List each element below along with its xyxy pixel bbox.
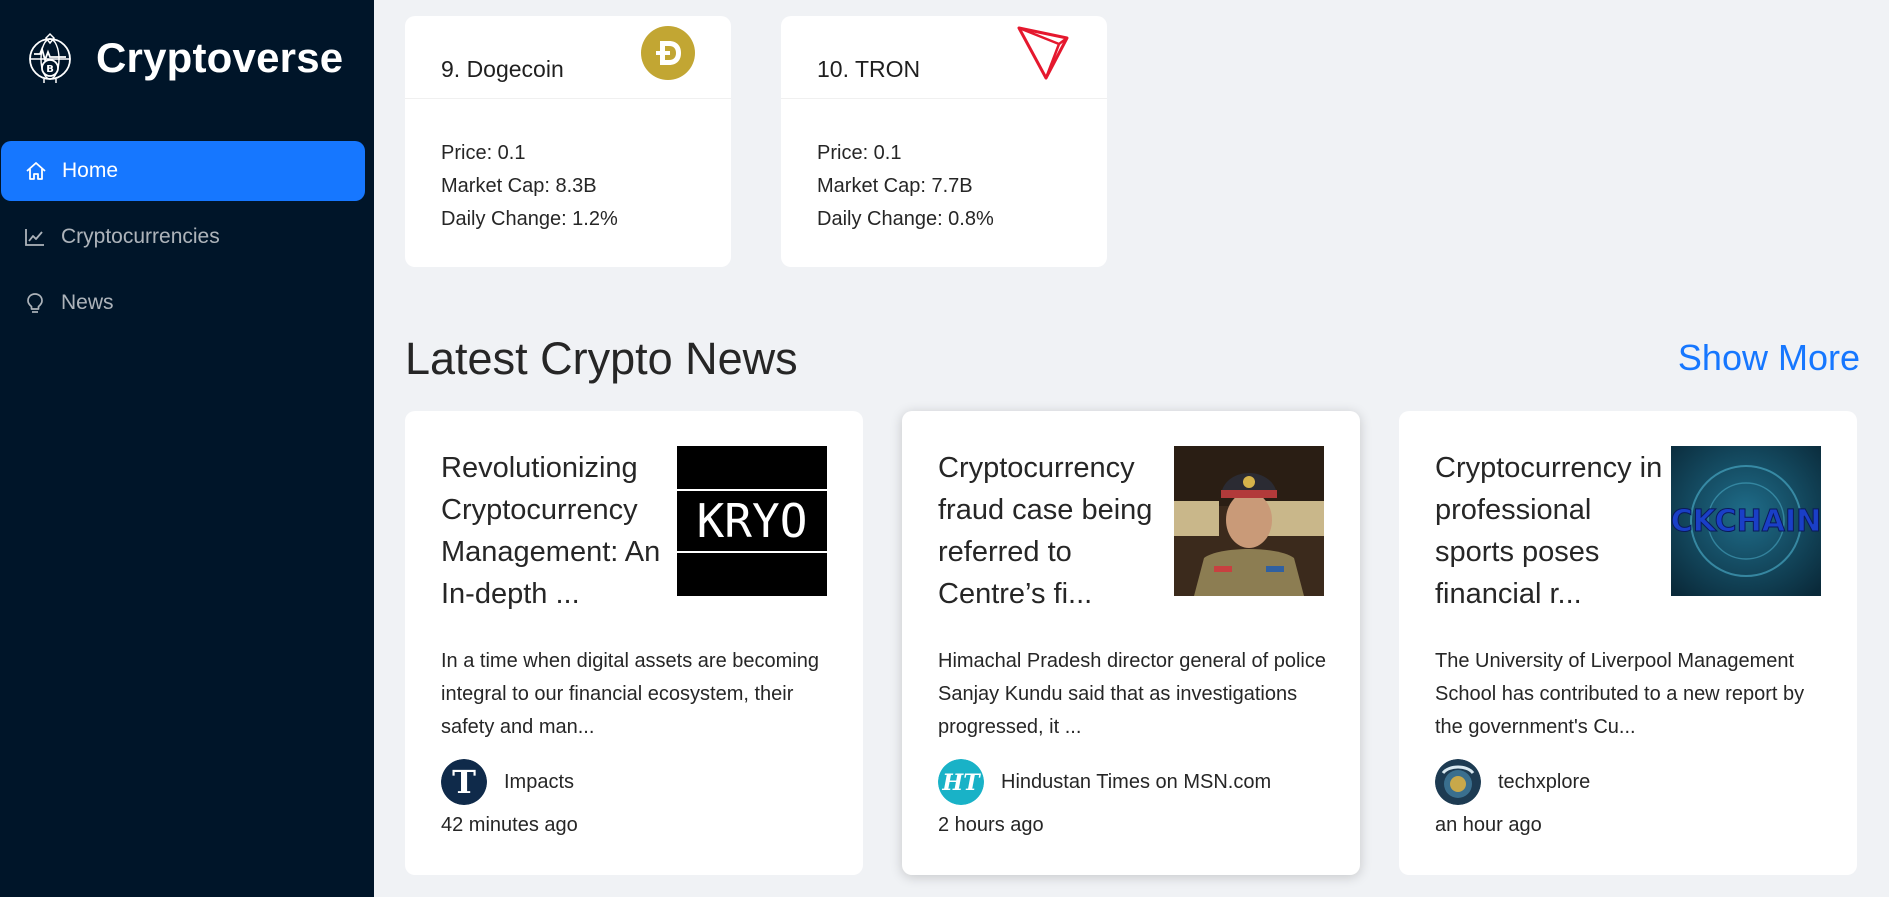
provider-avatar	[1435, 759, 1481, 805]
crypto-globe-logo-icon: B	[29, 32, 71, 83]
provider-name: Impacts	[504, 770, 575, 793]
show-more-link[interactable]: Show More	[1678, 337, 1860, 379]
svg-text:HT: HT	[941, 770, 981, 796]
news-provider[interactable]: techxplore	[1435, 759, 1590, 805]
coin-market-cap: Market Cap: 7.7B	[817, 175, 973, 197]
news-time: an hour ago	[1435, 814, 1542, 836]
line-chart-icon	[25, 229, 44, 246]
news-thumbnail: KRYO	[677, 446, 827, 596]
svg-text:KRYO: KRYO	[697, 494, 808, 548]
kryo-thumbnail-image: KRYO	[677, 446, 827, 596]
news-title[interactable]: Revolutionizing Cryptocurrency Managemen…	[441, 447, 683, 615]
provider-avatar: T	[441, 759, 487, 805]
provider-name: Hindustan Times on MSN.com	[1001, 770, 1272, 793]
coin-price: Price: 0.1	[441, 142, 526, 164]
news-card[interactable]: Revolutionizing Cryptocurrency Managemen…	[405, 411, 863, 875]
blockchain-thumbnail-image: CKCHAIN	[1671, 446, 1821, 596]
coin-card-header: 9. Dogecoin	[405, 16, 731, 99]
news-provider[interactable]: HT Hindustan Times on MSN.com	[938, 759, 1271, 805]
provider-name: techxplore	[1498, 770, 1591, 793]
news-thumbnail	[1174, 446, 1324, 596]
svg-text:T: T	[452, 763, 476, 801]
news-section-title: Latest Crypto News	[405, 333, 798, 384]
coin-card-tron[interactable]: 10. TRON Price: 0.1 Market Cap: 7.7B Dai…	[781, 16, 1107, 267]
dogecoin-icon	[641, 26, 695, 80]
sidebar-item-label: Home	[62, 159, 119, 182]
sidebar-item-news[interactable]: News	[0, 273, 374, 333]
coin-price: Price: 0.1	[817, 142, 902, 164]
news-description: The University of Liverpool Management S…	[1435, 650, 1805, 738]
brand[interactable]: B Cryptoverse	[24, 32, 343, 84]
news-time: 42 minutes ago	[441, 814, 578, 836]
police-officer-photo	[1174, 446, 1324, 596]
provider-avatar: HT	[938, 759, 984, 805]
news-card[interactable]: Cryptocurrency in professional sports po…	[1399, 411, 1857, 875]
sidebar-item-label: Cryptocurrencies	[61, 225, 220, 248]
sidebar-menu: Home Cryptocurrencies News	[0, 141, 374, 339]
bulb-icon	[27, 293, 43, 313]
sidebar-item-cryptocurrencies[interactable]: Cryptocurrencies	[0, 207, 374, 267]
news-card[interactable]: Cryptocurrency fraud case being referred…	[902, 411, 1360, 875]
news-title[interactable]: Cryptocurrency fraud case being referred…	[938, 447, 1180, 615]
brand-title: Cryptoverse	[96, 34, 344, 81]
news-time: 2 hours ago	[938, 814, 1044, 836]
coin-name: 10. TRON	[817, 56, 921, 82]
news-description: In a time when digital assets are becomi…	[441, 650, 819, 738]
sidebar-item-home[interactable]: Home	[1, 141, 365, 201]
coin-card-dogecoin[interactable]: 9. Dogecoin Price: 0.1 Market Cap: 8.3B …	[405, 16, 731, 267]
news-description: Himachal Pradesh director general of pol…	[938, 650, 1326, 738]
svg-text:B: B	[46, 64, 54, 75]
sidebar: B Cryptoverse Home Cryptocurrencies News	[0, 0, 374, 897]
coin-card-body: Price: 0.1 Market Cap: 8.3B Daily Change…	[405, 99, 731, 236]
sidebar-item-label: News	[61, 291, 114, 314]
news-title[interactable]: Cryptocurrency in professional sports po…	[1435, 447, 1677, 615]
news-provider[interactable]: T Impacts	[441, 759, 574, 805]
coin-card-body: Price: 0.1 Market Cap: 7.7B Daily Change…	[781, 99, 1107, 236]
coin-name: 9. Dogecoin	[441, 56, 564, 82]
coin-market-cap: Market Cap: 8.3B	[441, 175, 597, 197]
home-icon	[26, 162, 46, 180]
svg-text:CKCHAIN: CKCHAIN	[1671, 504, 1821, 539]
coin-daily-change: Daily Change: 1.2%	[441, 208, 618, 230]
coin-card-header: 10. TRON	[781, 16, 1107, 99]
news-thumbnail: CKCHAIN	[1671, 446, 1821, 596]
tron-icon	[1017, 26, 1069, 80]
coin-daily-change: Daily Change: 0.8%	[817, 208, 994, 230]
